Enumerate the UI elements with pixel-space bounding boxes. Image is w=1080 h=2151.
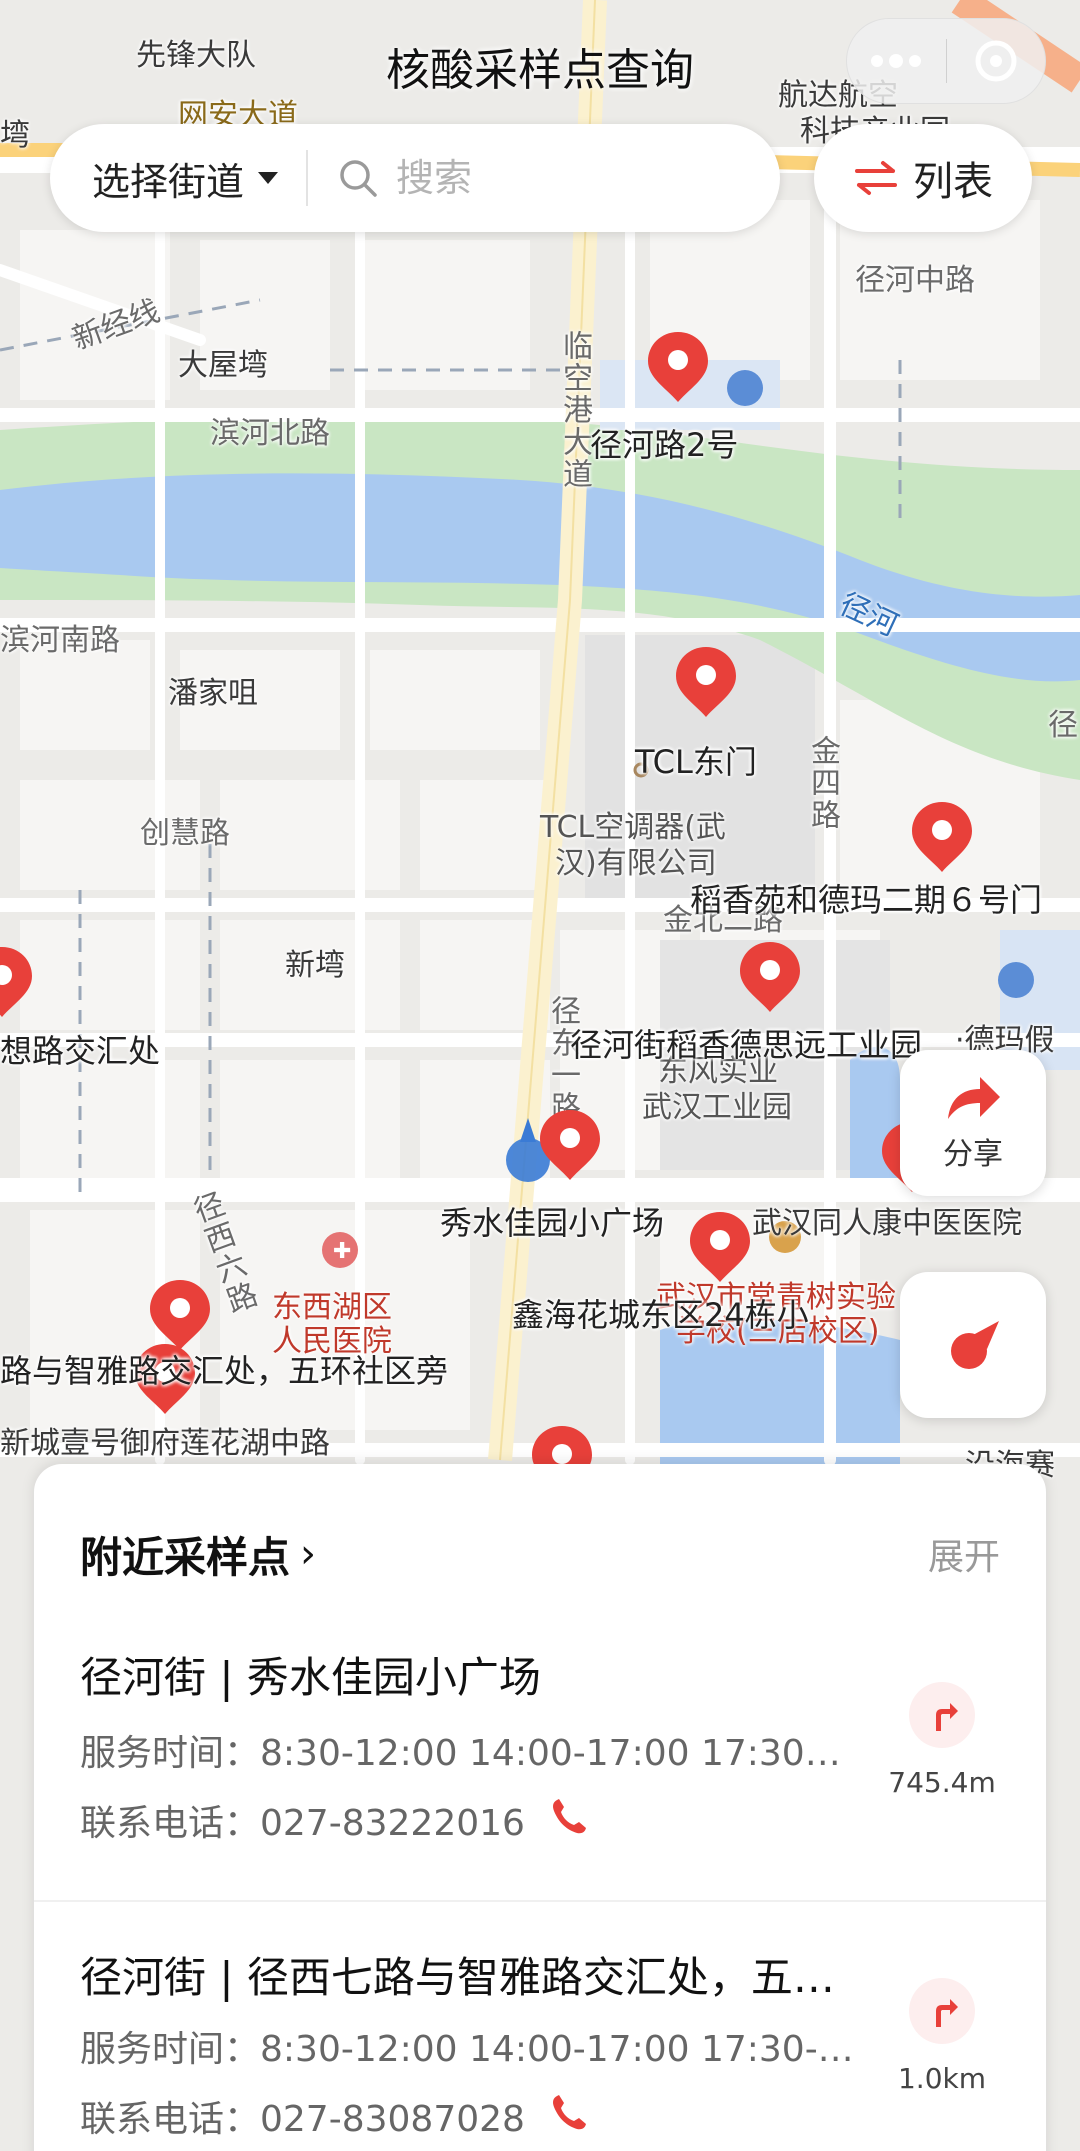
map-label-xinwan: 新塆 bbox=[285, 948, 345, 983]
navigate-button[interactable]: 1.0km bbox=[882, 1978, 1002, 2095]
site-distance: 745.4m bbox=[888, 1766, 996, 1799]
locate-button[interactable] bbox=[900, 1272, 1046, 1418]
list-view-button[interactable]: 列表 bbox=[814, 124, 1032, 232]
sampling-site-pin[interactable] bbox=[538, 1108, 602, 1182]
turn-arrow-icon bbox=[909, 1978, 975, 2044]
pin-label-xiushui[interactable]: 秀水佳园小广场 bbox=[440, 1198, 664, 1244]
street-select-dropdown[interactable]: 选择街道 bbox=[50, 124, 306, 232]
list-button-label: 列表 bbox=[913, 159, 993, 205]
map-label-binhebeilu: 滨河北路 bbox=[210, 416, 330, 451]
search-input[interactable] bbox=[396, 156, 697, 200]
panel-header: 附近采样点 › 展开 bbox=[80, 1524, 1000, 1584]
site-list-item[interactable]: 径河街 | 径西七路与智雅路交汇处，五… 服务时间：8:30-12:00 14:… bbox=[34, 1944, 1046, 2144]
site-hours: 服务时间：8:30-12:00 14:00-17:00 17:30… bbox=[80, 1733, 841, 1774]
map-label-binhenanlu: 滨河南路 bbox=[0, 623, 120, 658]
locate-arrow-icon bbox=[951, 1321, 999, 1369]
site-name: 径河街 | 径西七路与智雅路交汇处，五… bbox=[80, 1953, 835, 2002]
sampling-site-pin[interactable] bbox=[0, 945, 34, 1019]
close-button[interactable] bbox=[946, 18, 1045, 104]
map-label-xinchengyihao: 新城壹号御府莲花湖中路 bbox=[0, 1426, 330, 1461]
map-label-jinsilu: 金四路 bbox=[805, 735, 840, 831]
site-name: 径河街 | 秀水佳园小广场 bbox=[80, 1653, 541, 1702]
share-button-label: 分享 bbox=[943, 1137, 1003, 1172]
sampling-site-pin[interactable] bbox=[646, 330, 710, 404]
share-arrow-icon bbox=[948, 1077, 1000, 1119]
search-bar: 选择街道 bbox=[50, 124, 780, 232]
map-label-wuhan-tongrenkang: 武汉同人康中医医院 bbox=[752, 1206, 1022, 1241]
swap-arrows-icon bbox=[855, 161, 897, 195]
map-label-jinghezhonglu: 径河中路 bbox=[855, 263, 975, 298]
expand-button[interactable]: 展开 bbox=[928, 1528, 1000, 1580]
pin-label-daoxiangyuan[interactable]: 稻香苑和德玛二期６号门 bbox=[690, 875, 1042, 921]
turn-arrow-icon bbox=[909, 1682, 975, 1748]
site-list-item[interactable]: 径河街 | 秀水佳园小广场 服务时间：8:30-12:00 14:00-17:0… bbox=[34, 1644, 1046, 1844]
navigate-button[interactable]: 745.4m bbox=[882, 1682, 1002, 1799]
sampling-site-pin[interactable] bbox=[688, 1210, 752, 1284]
map-label-dongfeng-2: 武汉工业园 bbox=[642, 1090, 792, 1125]
close-circle-icon bbox=[975, 40, 1017, 82]
phone-icon[interactable] bbox=[549, 2092, 589, 2141]
map-label-jingliu: 径 bbox=[1048, 708, 1078, 743]
pin-label-tcl[interactable]: TCL东门 bbox=[635, 737, 757, 783]
caret-down-icon bbox=[258, 172, 279, 184]
site-hours: 服务时间：8:30-12:00 14:00-17:00 17:30-… bbox=[80, 2029, 854, 2070]
map-label-linkonggang: 临空港大道 bbox=[557, 330, 592, 490]
phone-icon[interactable] bbox=[549, 1796, 589, 1845]
list-divider bbox=[34, 1900, 1046, 1902]
share-button[interactable]: 分享 bbox=[900, 1050, 1046, 1196]
search-field[interactable] bbox=[308, 124, 780, 232]
pin-label-xianglu[interactable]: 想路交汇处 bbox=[0, 1026, 160, 1072]
map-label-chuanghuilu: 创慧路 bbox=[140, 816, 230, 851]
map-label-panjiazui: 潘家咀 bbox=[168, 676, 258, 711]
pin-label-zhiya[interactable]: 路与智雅路交汇处，五环社区旁 bbox=[0, 1346, 448, 1392]
pin-label-jinghejie-desiyuan[interactable]: 径河街稻香德思远工业园 bbox=[570, 1020, 922, 1066]
chevron-right-icon: › bbox=[300, 1531, 317, 1577]
map-label-wan: 塆 bbox=[0, 118, 30, 153]
site-distance: 1.0km bbox=[897, 2062, 987, 2095]
search-icon bbox=[340, 160, 377, 197]
panel-title-label: 附近采样点 bbox=[80, 1532, 291, 1582]
pin-label-jinghelu[interactable]: 径河路2号 bbox=[590, 420, 738, 466]
nearby-sites-panel: 附近采样点 › 展开 径河街 | 秀水佳园小广场 服务时间：8:30-12:00… bbox=[34, 1464, 1046, 2151]
site-phone-row: 联系电话：027-83222016 bbox=[80, 1794, 589, 1846]
more-dots-icon bbox=[871, 54, 922, 68]
street-select-label: 选择街道 bbox=[92, 159, 245, 204]
sampling-site-pin[interactable] bbox=[674, 645, 738, 719]
panel-title[interactable]: 附近采样点 › bbox=[80, 1524, 316, 1585]
map-label-dawuwan: 大屋塆 bbox=[178, 348, 268, 383]
site-phone-row: 联系电话：027-83087028 bbox=[80, 2090, 589, 2142]
sampling-site-pin[interactable] bbox=[148, 1278, 212, 1352]
svg-text:✚: ✚ bbox=[333, 1239, 351, 1264]
pin-label-xinhai[interactable]: 鑫海花城东区24栋小 bbox=[512, 1290, 809, 1336]
more-button[interactable] bbox=[847, 18, 946, 104]
sampling-site-pin[interactable] bbox=[738, 940, 802, 1014]
site-phone: 联系电话：027-83222016 bbox=[80, 1803, 525, 1844]
miniprogram-capsule bbox=[846, 18, 1046, 104]
sampling-site-pin[interactable] bbox=[910, 800, 974, 874]
site-phone: 联系电话：027-83087028 bbox=[80, 2099, 525, 2140]
